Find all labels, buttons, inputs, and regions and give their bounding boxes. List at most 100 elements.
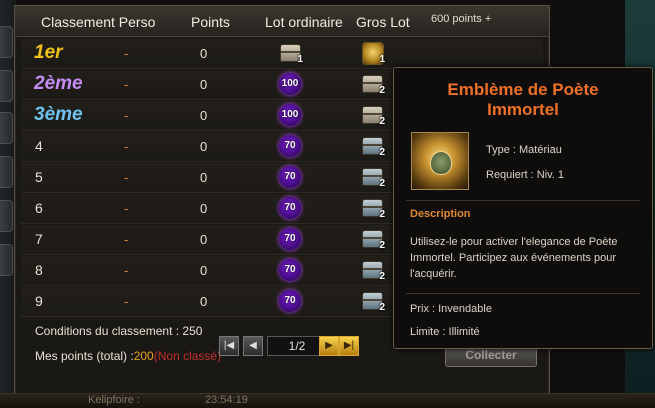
blue-chest-icon[interactable]: 2 [359, 165, 385, 189]
first-page-icon[interactable]: |◀ [219, 336, 239, 356]
purple-orb-icon[interactable]: 100 [277, 72, 303, 96]
points-value: 0 [200, 170, 208, 185]
rank-label: 1er [34, 42, 63, 63]
next-page-icon[interactable]: ▶ [319, 336, 339, 356]
side-tab[interactable] [0, 112, 13, 144]
rank-label: 7 [35, 231, 43, 247]
bottom-timer: 23:54:19 [205, 394, 248, 406]
points-value: 0 [200, 139, 208, 154]
purple-orb-icon[interactable]: 100 [277, 103, 303, 127]
golden-emblem-icon[interactable]: 1 [359, 41, 385, 65]
tooltip-price: Prix : Invendable [410, 303, 492, 315]
table-row: 1er - 0 1 1 [21, 39, 543, 69]
blue-chest-icon[interactable]: 2 [359, 289, 385, 313]
points-value: 0 [200, 201, 208, 216]
reward-count: 70 [284, 171, 296, 182]
col-points-header: Points [191, 14, 230, 30]
perso-value: - [124, 201, 129, 216]
rank-label: 4 [35, 138, 43, 154]
bottom-label: Kelipfoire : [88, 394, 140, 406]
tooltip-title-line1: Emblème de Poète [447, 80, 599, 99]
purple-orb-icon[interactable]: 70 [277, 289, 303, 313]
divider [406, 200, 640, 201]
bottom-strip: Kelipfoire : 23:54:19 [0, 393, 655, 408]
points-value: 0 [200, 77, 208, 92]
reward-count: 100 [281, 78, 299, 89]
reward-count: 2 [379, 240, 385, 251]
chest-icon[interactable]: 2 [359, 72, 385, 96]
side-tab[interactable] [0, 26, 13, 58]
purple-orb-icon[interactable]: 70 [277, 196, 303, 220]
rank-label: 2ème [34, 73, 83, 94]
last-page-icon[interactable]: ▶| [339, 336, 359, 356]
col-gros-header: Gros Lot [356, 14, 410, 30]
side-tab[interactable] [0, 244, 13, 276]
rank-label: 6 [35, 200, 43, 216]
col-lot-header: Lot ordinaire [265, 14, 343, 30]
reward-count: 100 [281, 109, 299, 120]
tooltip-type: Type : Matériau [486, 144, 562, 156]
points-value: 0 [200, 263, 208, 278]
my-points-status: (Non classé) [153, 349, 222, 363]
chest-icon[interactable]: 2 [359, 103, 385, 127]
rank-label: 8 [35, 262, 43, 278]
rank-label: 5 [35, 169, 43, 185]
perso-value: - [124, 77, 129, 92]
prev-page-icon[interactable]: ◀ [243, 336, 263, 356]
purple-orb-icon[interactable]: 70 [277, 258, 303, 282]
tooltip-requirement: Requiert : Niv. 1 [486, 169, 565, 181]
blue-chest-icon[interactable]: 2 [359, 134, 385, 158]
reward-count: 2 [379, 302, 385, 313]
reward-count: 2 [379, 209, 385, 220]
chest-icon[interactable]: 1 [277, 41, 303, 65]
reward-count: 2 [379, 147, 385, 158]
rank-label: 3ème [34, 104, 83, 125]
tooltip-title: Emblème de Poète Immortel [394, 80, 652, 120]
blue-chest-icon[interactable]: 2 [359, 227, 385, 251]
reward-count: 70 [284, 295, 296, 306]
perso-value: - [124, 170, 129, 185]
purple-orb-icon[interactable]: 70 [277, 227, 303, 251]
blue-chest-icon[interactable]: 2 [359, 258, 385, 282]
divider [406, 293, 640, 294]
blue-chest-icon[interactable]: 2 [359, 196, 385, 220]
my-points-value: 200 [133, 349, 154, 363]
tooltip-description: Utilisez-le pour activer l'elegance de P… [410, 236, 618, 280]
tooltip-description-heading: Description [410, 208, 471, 220]
perso-value: - [124, 232, 129, 247]
points-value: 0 [200, 108, 208, 123]
reward-count: 70 [284, 233, 296, 244]
purple-orb-icon[interactable]: 70 [277, 134, 303, 158]
poet-emblem-icon [411, 132, 469, 190]
side-tab[interactable] [0, 70, 13, 102]
item-tooltip: Emblème de Poète Immortel Type : Matéria… [393, 67, 653, 349]
side-tab[interactable] [0, 156, 13, 188]
reward-count: 2 [379, 178, 385, 189]
perso-value: - [124, 139, 129, 154]
reward-count: 70 [284, 264, 296, 275]
perso-value: - [124, 294, 129, 309]
points-value: 0 [200, 232, 208, 247]
tooltip-title-line2: Immortel [487, 100, 559, 119]
reward-count: 70 [284, 202, 296, 213]
perso-value: - [124, 108, 129, 123]
my-points-label: Mes points (total) : [35, 349, 134, 363]
purple-orb-icon[interactable]: 70 [277, 165, 303, 189]
perso-value: - [124, 263, 129, 278]
reward-count: 1 [379, 54, 385, 65]
ranking-conditions: Conditions du classement : 250 [35, 324, 203, 338]
reward-count: 2 [379, 116, 385, 127]
col-extra-header: 600 points + [431, 13, 492, 25]
col-rank-header: Classement Perso [41, 14, 156, 30]
points-value: 0 [200, 294, 208, 309]
reward-count: 1 [297, 54, 303, 65]
perso-value: - [124, 46, 129, 61]
reward-count: 70 [284, 140, 296, 151]
page-indicator: 1/2 [267, 336, 327, 356]
tooltip-limit: Limite : Illimité [410, 326, 480, 338]
table-header: Classement Perso Points Lot ordinaire Gr… [15, 6, 549, 37]
my-points: Mes points (total) :200(Non classé) [35, 349, 221, 363]
points-value: 0 [200, 46, 208, 61]
side-tab[interactable] [0, 200, 13, 232]
rank-label: 9 [35, 293, 43, 309]
